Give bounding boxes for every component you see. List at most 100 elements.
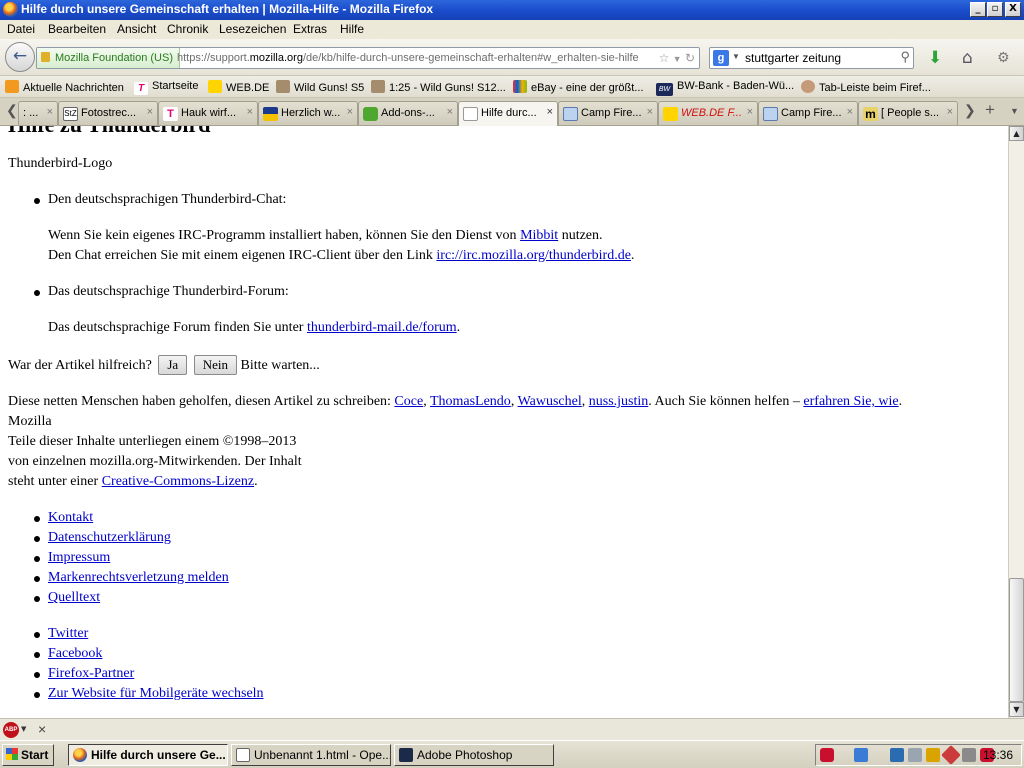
page-heading: Hilfe zu Thunderbird	[8, 126, 211, 138]
telekom-icon: T	[163, 107, 178, 121]
back-button[interactable]: ←	[5, 42, 35, 72]
contributor-link[interactable]: ThomasLendo	[430, 394, 511, 409]
bookmark-star-icon[interactable]: ☆	[659, 51, 670, 65]
contributors-text: Diese netten Menschen haben geholfen, di…	[8, 394, 395, 409]
new-tab-icon[interactable]: +	[985, 100, 995, 120]
contributor-link[interactable]: nuss.justin	[589, 394, 649, 409]
bookmark-item[interactable]: eBay - eine der größt...	[513, 80, 644, 94]
helpful-yes-button[interactable]: Ja	[158, 355, 188, 375]
menu-datei[interactable]: Datei	[7, 22, 35, 36]
taskbar-item-editor[interactable]: Unbenannt 1.html - Ope...	[231, 744, 391, 766]
bookmark-item[interactable]: 1:25 - Wild Guns! S12...	[371, 80, 506, 94]
taskbar-item-photoshop[interactable]: Adobe Photoshop	[394, 744, 554, 766]
antivirus-shield-icon[interactable]	[820, 748, 834, 762]
footer-link-facebook[interactable]: Facebook	[48, 646, 102, 662]
creative-commons-link[interactable]: Creative-Commons-Lizenz	[102, 474, 254, 489]
footer-link-mobile[interactable]: Zur Website für Mobilgeräte wechseln	[48, 686, 264, 702]
minimize-button[interactable]: _	[970, 2, 986, 17]
search-icon[interactable]: ⚲	[900, 49, 910, 65]
close-tab-icon[interactable]: ×	[647, 106, 653, 118]
close-tab-icon[interactable]: ×	[947, 106, 953, 118]
close-tab-icon[interactable]: ×	[447, 106, 453, 118]
list-all-tabs-icon[interactable]: ▼	[1010, 106, 1019, 116]
tab[interactable]: Camp Fire... ×	[558, 101, 658, 125]
url-bar[interactable]: Mozilla Foundation (US) https://support.…	[36, 47, 700, 69]
search-engine-dropdown-icon[interactable]: ▼	[732, 52, 740, 61]
close-tab-icon[interactable]: ×	[747, 106, 753, 118]
close-tab-icon[interactable]: ×	[347, 106, 353, 118]
bookmark-item[interactable]: Aktuelle Nachrichten	[5, 80, 124, 94]
footer-link-markenrecht[interactable]: Markenrechtsverletzung melden	[48, 570, 229, 586]
close-tab-icon[interactable]: ×	[247, 106, 253, 118]
menu-lesezeichen[interactable]: Lesezeichen	[219, 22, 286, 36]
close-tab-icon[interactable]: ×	[147, 106, 153, 118]
close-window-button[interactable]: X	[1005, 2, 1021, 17]
footer-link-twitter[interactable]: Twitter	[48, 626, 88, 642]
taskbar-item-firefox[interactable]: Hilfe durch unsere Ge...	[68, 744, 228, 766]
title-bar: Hilfe durch unsere Gemeinschaft erhalten…	[0, 0, 1024, 20]
maximize-button[interactable]: ▫	[987, 2, 1003, 17]
footer-link-kontakt[interactable]: Kontakt	[48, 510, 93, 526]
download-icon[interactable]: ⬇	[928, 48, 942, 68]
bookmark-item[interactable]: Tab-Leiste beim Firef...	[801, 80, 931, 94]
tab[interactable]: StZ Fotostrec... ×	[58, 101, 158, 125]
vertical-scrollbar[interactable]: ▲ ▼	[1008, 126, 1024, 718]
addon-gears-icon[interactable]: ⚙	[997, 48, 1010, 68]
google-search-engine-icon[interactable]: g	[713, 50, 729, 66]
close-tab-icon[interactable]: ×	[47, 106, 53, 118]
bookmark-item[interactable]: WEB.DE	[208, 80, 269, 94]
menu-bearbeiten[interactable]: Bearbeiten	[48, 22, 106, 36]
start-button[interactable]: Start	[2, 744, 54, 766]
scroll-up-arrow-icon[interactable]: ▲	[1009, 126, 1024, 141]
footer-link-firefox-partner[interactable]: Firefox-Partner	[48, 666, 134, 682]
adblock-plus-icon[interactable]: ABP	[3, 722, 19, 738]
scroll-down-arrow-icon[interactable]: ▼	[1009, 702, 1024, 717]
irc-link[interactable]: irc://irc.mozilla.org/thunderbird.de	[436, 248, 631, 263]
helpful-no-button[interactable]: Nein	[193, 355, 237, 375]
alert-icon[interactable]	[941, 745, 961, 765]
link-icon[interactable]	[962, 748, 976, 762]
bookmark-item[interactable]: Wild Guns! S5	[276, 80, 364, 94]
bookmark-label: Aktuelle Nachrichten	[23, 82, 124, 94]
adblock-dropdown-icon[interactable]: ▼	[21, 725, 26, 733]
contributor-link[interactable]: Wawuschel	[518, 394, 582, 409]
scroll-tabs-right-icon[interactable]: ❯	[964, 102, 976, 119]
close-tab-icon[interactable]: ×	[847, 106, 853, 118]
tab[interactable]: Add-ons-... ×	[358, 101, 458, 125]
search-bar[interactable]: g ▼ stuttgarter zeitung ⚲	[709, 47, 914, 69]
contributor-link[interactable]: Coce	[394, 394, 423, 409]
scroll-tabs-left-icon[interactable]: ❮	[6, 102, 18, 119]
site-identity-button[interactable]: Mozilla Foundation (US)	[37, 48, 180, 68]
dropdown-arrow-icon[interactable]: ▼	[673, 54, 682, 64]
bookmark-item[interactable]: T Startseite	[134, 80, 198, 95]
menu-hilfe[interactable]: Hilfe	[340, 22, 364, 36]
tab-active[interactable]: Hilfe durc... ×	[458, 101, 558, 126]
close-addon-bar-icon[interactable]: ×	[38, 721, 46, 737]
menu-extras[interactable]: Extras	[293, 22, 327, 36]
close-tab-icon[interactable]: ×	[547, 106, 553, 118]
update-icon[interactable]	[926, 748, 940, 762]
scrollbar-thumb[interactable]	[1009, 578, 1024, 702]
tab[interactable]: T Hauk wirf... ×	[158, 101, 258, 125]
tab[interactable]: Camp Fire... ×	[758, 101, 858, 125]
tab[interactable]: : ... ×	[18, 101, 58, 125]
menu-ansicht[interactable]: Ansicht	[117, 22, 156, 36]
lock-icon	[41, 52, 50, 62]
search-input[interactable]: stuttgarter zeitung	[745, 51, 841, 65]
bookmark-item[interactable]: BW BW-Bank - Baden-Wü...	[656, 80, 794, 96]
menu-chronik[interactable]: Chronik	[167, 22, 208, 36]
tab[interactable]: Herzlich w... ×	[258, 101, 358, 125]
footer-link-datenschutz[interactable]: Datenschutzerklärung	[48, 530, 171, 546]
footer-link-impressum[interactable]: Impressum	[48, 550, 110, 566]
reload-icon[interactable]: ↻	[685, 51, 695, 65]
monitor-icon[interactable]	[890, 748, 904, 762]
footer-link-quelltext[interactable]: Quelltext	[48, 590, 100, 606]
learn-how-link[interactable]: erfahren Sie, wie	[803, 394, 898, 409]
mibbit-link[interactable]: Mibbit	[520, 228, 558, 243]
home-icon[interactable]: ⌂	[962, 48, 973, 68]
network-icon[interactable]	[854, 748, 868, 762]
forum-link[interactable]: thunderbird-mail.de/forum	[307, 320, 457, 335]
printer-icon[interactable]	[908, 748, 922, 762]
tab[interactable]: WEB.DE F... ×	[658, 101, 758, 125]
tab[interactable]: m[ People s... ×	[858, 101, 958, 125]
